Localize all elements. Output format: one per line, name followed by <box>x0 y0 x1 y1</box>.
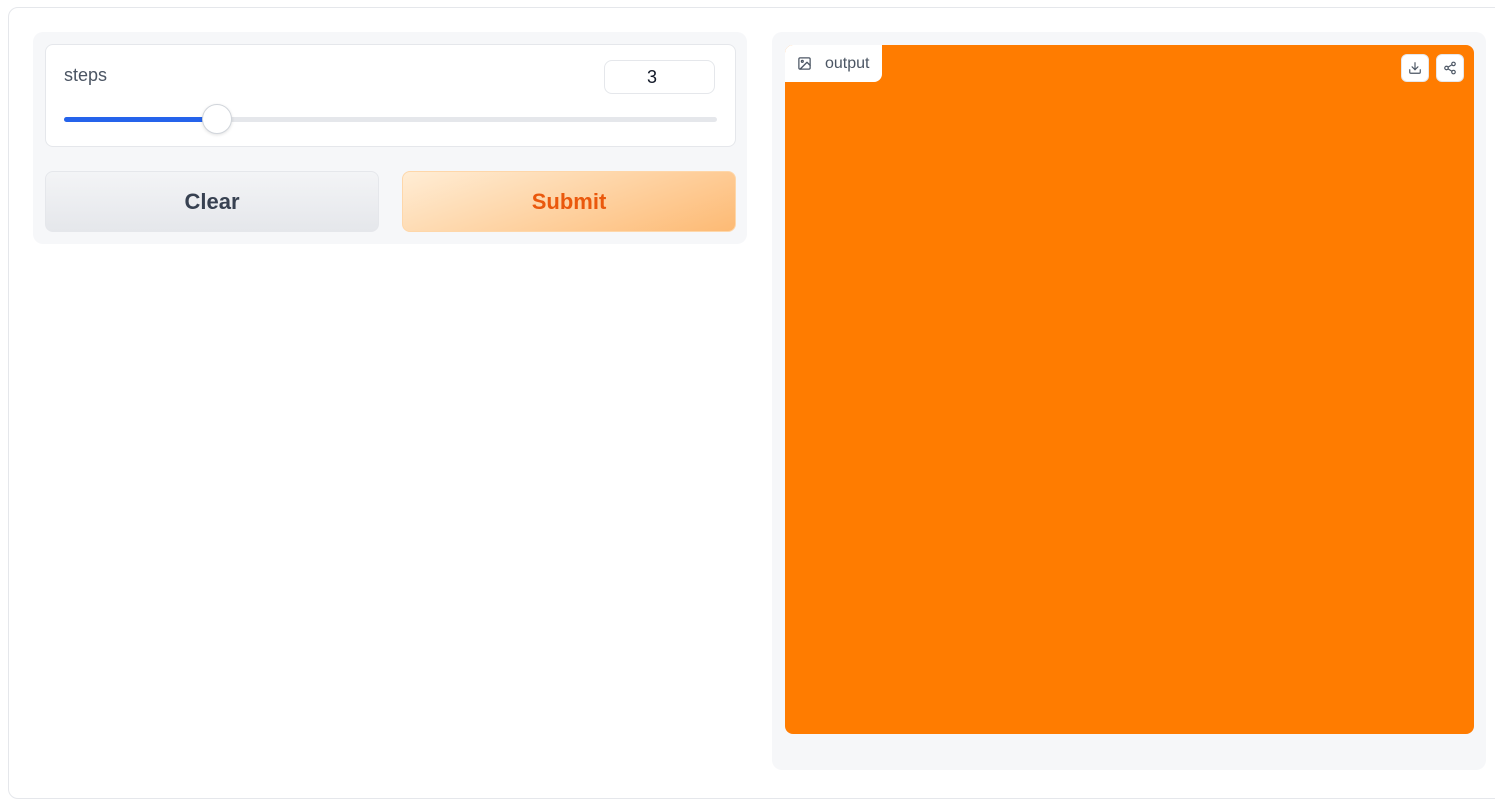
output-image: output <box>785 45 1474 734</box>
download-icon <box>1408 61 1422 75</box>
output-panel: output <box>772 32 1486 770</box>
download-button[interactable] <box>1401 54 1429 82</box>
steps-slider-block: steps <box>45 44 736 147</box>
input-panel: steps Clear Submit <box>33 32 747 244</box>
submit-button[interactable]: Submit <box>402 171 736 232</box>
image-icon <box>797 56 812 71</box>
steps-label: steps <box>64 65 108 85</box>
steps-slider[interactable] <box>64 104 717 134</box>
steps-number-input[interactable] <box>604 60 715 94</box>
steps-slider-thumb[interactable] <box>201 104 232 134</box>
share-icon <box>1443 61 1457 75</box>
share-button[interactable] <box>1436 54 1464 82</box>
output-label: output <box>825 54 870 72</box>
clear-button[interactable]: Clear <box>45 171 379 232</box>
steps-slider-fill <box>64 117 217 122</box>
output-label-tag: output <box>785 45 883 82</box>
